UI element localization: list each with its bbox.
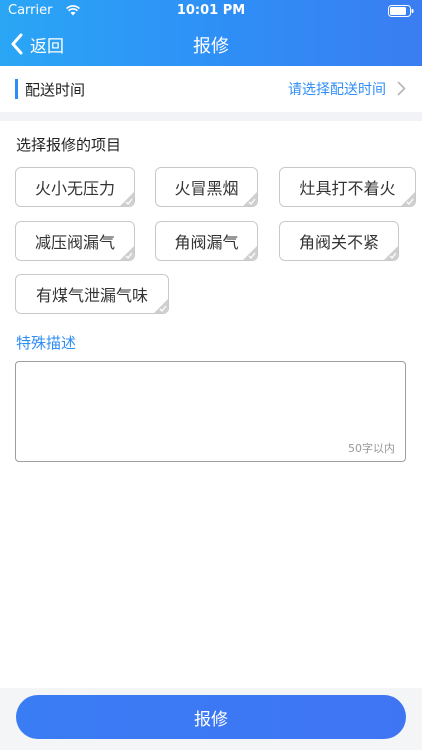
item-chip-label: 灶具打不着火 <box>299 179 396 198</box>
item-chip[interactable]: 有煤气泄漏气味 <box>15 274 169 314</box>
section-divider <box>0 112 422 121</box>
delivery-time-label: 配送时间 <box>25 81 86 99</box>
items-section-title: 选择报修的项目 <box>16 136 122 154</box>
check-corner-icon <box>384 246 398 260</box>
item-chip-label: 火冒黑烟 <box>174 179 239 198</box>
item-chip[interactable]: 角阀关不紧 <box>279 221 399 261</box>
check-corner-icon <box>243 246 257 260</box>
item-chip[interactable]: 灶具打不着火 <box>279 167 416 207</box>
item-chip-label: 火小无压力 <box>34 179 115 198</box>
item-chip[interactable]: 火小无压力 <box>15 167 135 207</box>
item-chip-label: 角阀漏气 <box>174 233 239 252</box>
description-title: 特殊描述 <box>16 334 77 352</box>
item-chip-label: 有煤气泄漏气味 <box>35 286 148 305</box>
item-chip-label: 角阀关不紧 <box>298 233 379 252</box>
battery-icon <box>388 5 414 17</box>
item-chip[interactable]: 减压阀漏气 <box>15 221 135 261</box>
status-bar: Carrier 10:01 PM <box>0 0 422 22</box>
delivery-time-row[interactable]: 配送时间 请选择配送时间 <box>0 66 422 112</box>
item-chip-label: 减压阀漏气 <box>34 233 115 252</box>
repair-screen: Carrier 10:01 PM 返回 报修 配送时间 请选择配送时间 选择报修… <box>0 0 422 750</box>
page-title: 报修 <box>193 36 229 57</box>
submit-repair-button[interactable]: 报修 <box>16 695 406 739</box>
header: Carrier 10:01 PM 返回 报修 <box>0 0 422 66</box>
check-corner-icon <box>120 246 134 260</box>
check-corner-icon <box>154 299 168 313</box>
clock: 10:01 PM <box>176 3 246 18</box>
item-chip[interactable]: 角阀漏气 <box>155 221 258 261</box>
check-corner-icon <box>401 192 415 206</box>
delivery-time-value[interactable]: 请选择配送时间 <box>288 79 386 99</box>
nav-bar: 返回 报修 <box>0 22 422 66</box>
description-box: 50字以内 <box>15 361 406 462</box>
description-input[interactable] <box>16 362 405 461</box>
check-corner-icon <box>243 192 257 206</box>
character-limit-hint: 50字以内 <box>348 442 395 455</box>
accent-bar <box>15 79 18 99</box>
submit-label: 报修 <box>194 709 228 730</box>
chevron-right-icon <box>397 81 406 96</box>
item-chip[interactable]: 火冒黑烟 <box>155 167 258 207</box>
check-corner-icon <box>120 192 134 206</box>
